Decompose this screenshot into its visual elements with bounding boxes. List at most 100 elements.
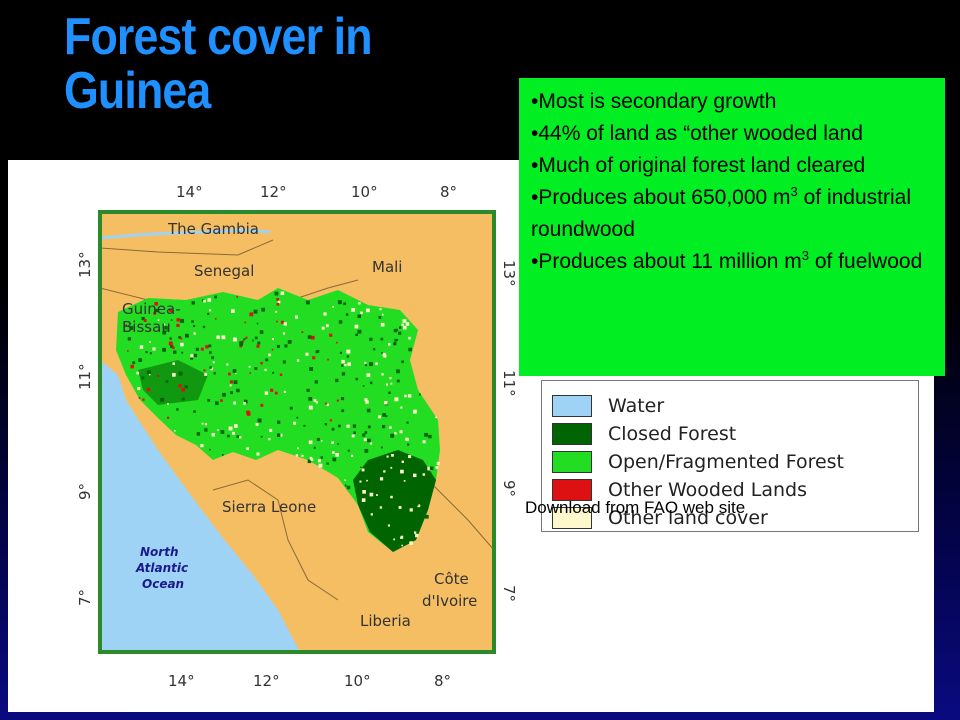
land-cover-speck: [398, 505, 402, 509]
land-cover-speck: [360, 466, 362, 469]
land-cover-speck: [193, 410, 196, 413]
land-cover-speck: [345, 313, 349, 316]
land-cover-speck: [385, 383, 388, 386]
land-cover-speck: [368, 465, 371, 467]
land-cover-speck: [255, 422, 259, 426]
land-cover-speck: [393, 538, 396, 541]
land-cover-speck: [293, 421, 297, 425]
slide-title: Forest cover in Guinea: [64, 10, 511, 118]
land-cover-speck: [347, 362, 351, 366]
land-cover-speck: [141, 376, 145, 380]
land-cover-speck: [393, 342, 397, 346]
land-cover-speck: [332, 457, 337, 462]
land-cover-speck: [331, 427, 335, 431]
land-cover-speck: [362, 385, 365, 387]
label-cote-1: Côte: [434, 570, 469, 588]
land-cover-speck: [390, 382, 393, 385]
land-cover-speck: [369, 381, 373, 385]
land-cover-speck: [394, 338, 398, 342]
land-cover-speck: [407, 443, 410, 446]
land-cover-speck: [282, 360, 286, 364]
bullet-forest-cleared: •Much of original forest land cleared: [531, 154, 866, 177]
label-ocean-1: North: [140, 545, 178, 559]
land-cover-speck: [382, 413, 386, 417]
land-cover-speck: [404, 518, 409, 523]
land-cover-speck: [369, 337, 373, 341]
land-cover-speck: [424, 514, 429, 519]
land-cover-speck: [303, 424, 306, 427]
land-cover-speck: [381, 425, 386, 429]
land-cover-speck: [130, 364, 134, 369]
legend-item-water: Water: [552, 393, 664, 419]
land-cover-speck: [408, 336, 411, 340]
land-cover-speck: [200, 444, 204, 448]
land-cover-speck: [296, 359, 300, 362]
lat-tick-left-13: 13°: [76, 251, 94, 278]
land-cover-speck: [233, 424, 238, 428]
land-cover-speck: [207, 312, 210, 316]
land-cover-speck: [318, 463, 323, 468]
land-cover-speck: [335, 453, 339, 457]
land-cover-speck: [276, 433, 281, 437]
land-cover-speck: [260, 403, 264, 407]
land-cover-speck: [398, 326, 402, 329]
land-cover-speck: [366, 373, 371, 378]
bullet-industrial-roundwood: •Produces about 650,000 m3 of industrial…: [531, 182, 937, 246]
land-cover-speck: [178, 384, 182, 388]
land-cover-speck: [233, 380, 238, 385]
land-cover-speck: [239, 436, 242, 439]
land-cover-speck: [132, 361, 136, 365]
land-cover-speck: [384, 533, 388, 537]
land-cover-speck: [243, 401, 246, 405]
land-cover-speck: [313, 446, 316, 449]
land-cover-speck: [364, 361, 367, 364]
bullet-fuelwood: •Produces about 11 million m3 of fuelwoo…: [531, 246, 937, 278]
land-cover-speck: [268, 437, 271, 441]
land-cover-speck: [401, 544, 403, 547]
land-cover-speck: [277, 300, 281, 304]
land-cover-speck: [211, 356, 215, 360]
land-cover-speck: [209, 448, 211, 451]
bullet-secondary-growth: •Most is secondary growth: [531, 90, 777, 113]
land-cover-speck: [339, 351, 342, 354]
land-cover-speck: [320, 456, 323, 459]
land-cover-speck: [227, 372, 231, 376]
land-cover-speck: [413, 517, 417, 520]
land-cover-speck: [414, 480, 418, 485]
land-cover-speck: [208, 344, 212, 348]
land-cover-speck: [264, 391, 269, 395]
land-cover-speck: [332, 451, 335, 454]
land-cover-speck: [396, 379, 400, 383]
legend-swatch-closed-forest: [552, 423, 592, 445]
land-cover-speck: [323, 312, 327, 316]
land-cover-speck: [376, 494, 378, 496]
land-cover-speck: [274, 291, 279, 296]
land-cover-speck: [217, 429, 219, 431]
land-cover-speck: [408, 455, 412, 459]
lat-tick-left-11: 11°: [76, 363, 94, 390]
land-cover-speck: [272, 371, 275, 374]
land-cover-speck: [207, 298, 212, 302]
land-cover-speck: [383, 470, 386, 473]
land-cover-speck: [403, 480, 406, 482]
land-cover-speck: [355, 333, 358, 337]
land-cover-speck: [276, 344, 281, 349]
lon-tick-top-10: 10°: [351, 183, 378, 201]
land-cover-speck: [296, 416, 299, 419]
land-cover-speck: [167, 416, 170, 419]
land-cover-speck: [417, 479, 421, 483]
land-cover-speck: [370, 513, 373, 516]
land-cover-speck: [329, 333, 333, 337]
land-cover-speck: [367, 469, 370, 471]
legend-item-open-forest: Open/Fragmented Forest: [552, 449, 844, 475]
land-cover-speck: [265, 358, 269, 362]
land-cover-speck: [254, 336, 258, 340]
land-cover-speck: [184, 385, 188, 389]
land-cover-speck: [320, 440, 323, 442]
land-cover-speck: [409, 541, 413, 545]
land-cover-speck: [361, 498, 366, 502]
land-cover-speck: [280, 291, 285, 296]
land-cover-speck: [360, 311, 363, 315]
land-cover-speck: [203, 369, 206, 372]
land-cover-speck: [355, 377, 359, 381]
